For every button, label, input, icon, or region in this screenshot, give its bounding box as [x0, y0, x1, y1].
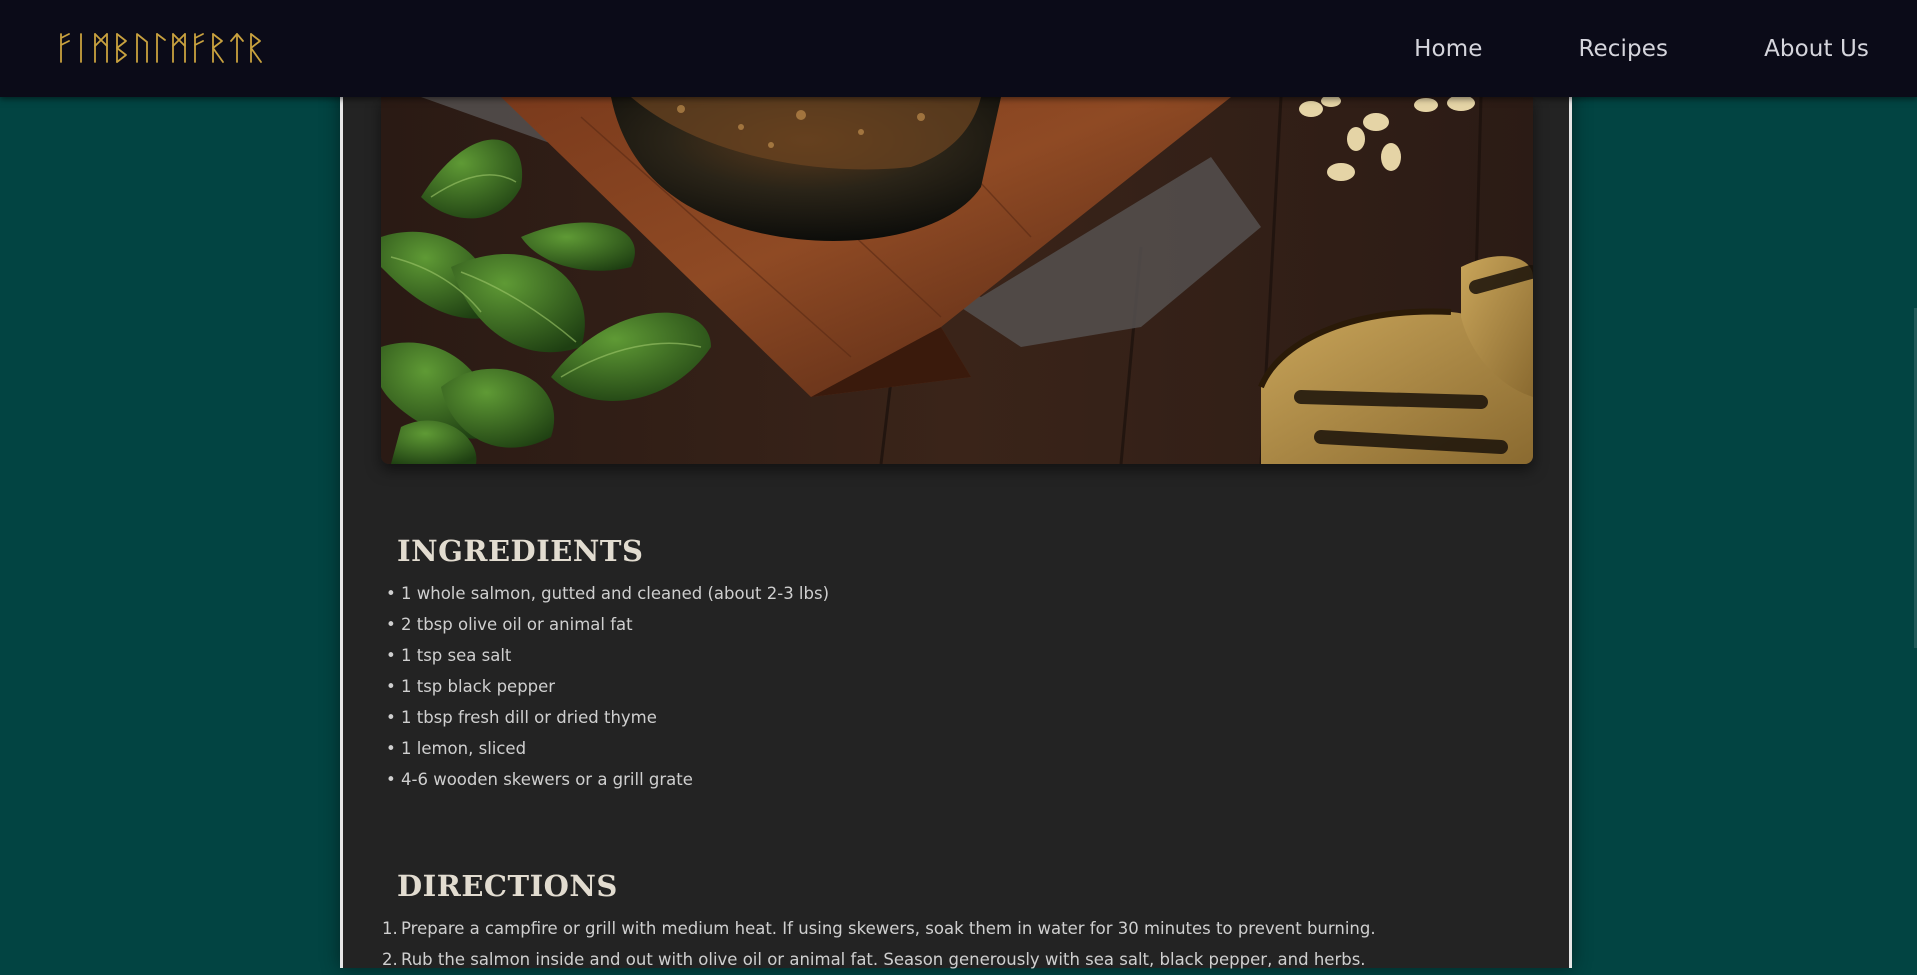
ingredient-item: • 1 tbsp fresh dill or dried thyme [386, 708, 657, 727]
ingredient-item: • 1 tsp sea salt [386, 646, 512, 665]
ingredient-item: • 4-6 wooden skewers or a grill grate [386, 770, 693, 789]
nav-recipes-link[interactable]: Recipes [1578, 36, 1668, 62]
recipe-hero-image [381, 97, 1533, 464]
directions-list: 1. Prepare a campfire or grill with mediu… [382, 913, 1376, 975]
ingredient-item: • 1 tsp black pepper [386, 677, 556, 696]
ingredient-item: • 1 lemon, sliced [386, 739, 527, 758]
direction-step: 2. Rub the salmon inside and out with oli… [382, 950, 1366, 969]
ingredient-item: • 1 whole salmon, gutted and cleaned (abo… [386, 584, 830, 603]
ingredient-item: • 2 tbsp olive oil or animal fat [386, 615, 633, 634]
directions-heading: DIRECTIONS [397, 869, 618, 903]
direction-step: 1. Prepare a campfire or grill with mediu… [382, 919, 1376, 938]
main-nav: Home Recipes About Us [1318, 0, 1869, 97]
nav-home-link[interactable]: Home [1414, 36, 1482, 62]
site-header: Home Recipes About Us [0, 0, 1917, 97]
ingredients-heading: INGREDIENTS [397, 534, 644, 568]
site-logo[interactable] [59, 29, 265, 67]
nav-about-link[interactable]: About Us [1764, 36, 1869, 62]
ingredients-list: • 1 whole salmon, gutted and cleaned (abo… [386, 578, 829, 795]
